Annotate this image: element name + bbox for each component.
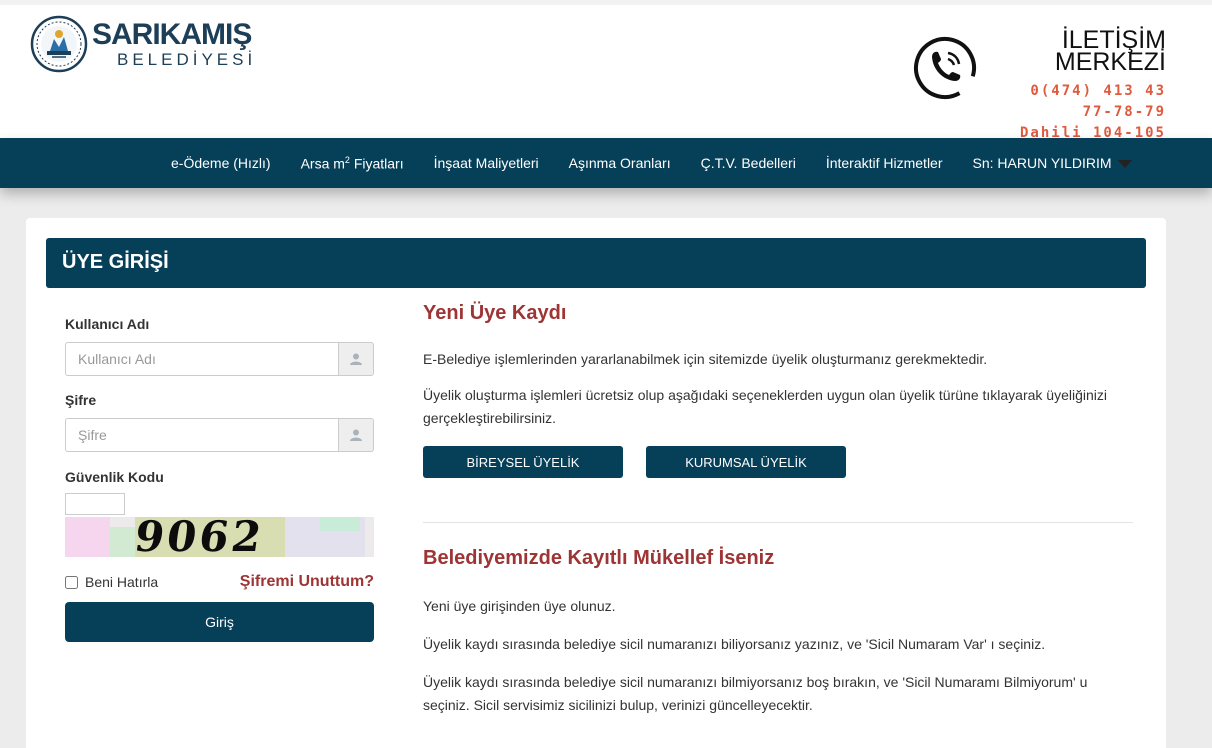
nav-menu: e-Ödeme (Hızlı) Arsa m2 Fiyatları İnşaat…: [171, 138, 1162, 188]
main-navbar: e-Ödeme (Hızlı) Arsa m2 Fiyatları İnşaat…: [0, 138, 1212, 188]
captcha-noise-pink: [65, 517, 110, 557]
password-label: Şifre: [65, 392, 97, 408]
user-name: Sn: HARUN YILDIRIM: [972, 155, 1112, 171]
phone-number[interactable]: 0(474) 413 43: [1020, 81, 1166, 102]
nav-item-arsa-suffix: Fiyatları: [349, 155, 404, 172]
site-header: SARIKAMIŞ BELEDİYESİ İLETİŞİM MERKEZİ 0(…: [0, 0, 1212, 141]
municipality-emblem-icon: [30, 15, 88, 73]
password-input[interactable]: [65, 418, 338, 452]
nav-item-arsa-fiyatlari[interactable]: Arsa m2 Fiyatları: [301, 155, 404, 172]
login-card: ÜYE GİRİŞİ Kullanıcı Adı Şifre Güvenlik …: [26, 218, 1166, 748]
contact-center: İLETİŞİM MERKEZİ 0(474) 413 43 77-78-79 …: [913, 28, 1166, 144]
forgot-password-link[interactable]: Şifremi Unuttum?: [240, 573, 374, 591]
remember-checkbox[interactable]: [65, 575, 78, 589]
username-group: [65, 342, 374, 376]
phone-extensions: 77-78-79: [1082, 104, 1166, 120]
page-title: ÜYE GİRİŞİ: [62, 251, 169, 273]
section-divider: [423, 522, 1133, 523]
corporate-membership-button[interactable]: KURUMSAL ÜYELİK: [646, 446, 846, 478]
individual-membership-button[interactable]: BİREYSEL ÜYELİK: [423, 446, 623, 478]
register-paragraph-1: E-Belediye işlemlerinden yararlanabilmek…: [423, 351, 988, 367]
user-icon: [350, 429, 362, 441]
remember-row: Beni Hatırla Şifremi Unuttum?: [65, 573, 374, 591]
taxpayer-paragraph-1: Yeni üye girişinden üye olunuz.: [423, 598, 616, 614]
password-addon: [338, 418, 374, 452]
captcha-input[interactable]: [65, 493, 125, 515]
captcha-noise-mint: [320, 517, 360, 531]
password-group: [65, 418, 374, 452]
login-button[interactable]: Giriş: [65, 602, 374, 642]
nav-item-e-odeme[interactable]: e-Ödeme (Hızlı): [171, 155, 271, 171]
info-panel: Yeni Üye Kaydı E-Belediye işlemlerinden …: [423, 302, 1133, 717]
taxpayer-paragraph-3: Üyelik kaydı sırasında belediye sicil nu…: [423, 674, 1088, 713]
site-logo[interactable]: SARIKAMIŞ BELEDİYESİ: [30, 15, 256, 73]
taxpayer-paragraph-2: Üyelik kaydı sırasında belediye sicil nu…: [423, 636, 1046, 652]
contact-title-2: MERKEZİ: [1054, 48, 1166, 76]
register-title: Yeni Üye Kaydı: [423, 302, 567, 324]
nav-item-interaktif-hizmetler[interactable]: İnteraktif Hizmetler: [826, 155, 943, 171]
logo-subtitle: BELEDİYESİ: [117, 50, 257, 69]
captcha-code: 9062: [131, 517, 268, 557]
username-input[interactable]: [65, 342, 338, 376]
remember-me[interactable]: Beni Hatırla: [65, 574, 158, 590]
logo-text: SARIKAMIŞ BELEDİYESİ: [92, 18, 257, 69]
captcha-image: 9062: [65, 517, 374, 557]
remember-label: Beni Hatırla: [85, 574, 159, 590]
captcha-noise-green: [110, 527, 135, 557]
captcha-label: Güvenlik Kodu: [65, 469, 164, 485]
login-form: Kullanıcı Adı Şifre Güvenlik Kodu 9062: [65, 316, 374, 642]
nav-item-arsa-label: Arsa m: [300, 155, 345, 172]
logo-title: SARIKAMIŞ: [92, 18, 252, 51]
user-icon: [350, 353, 362, 365]
membership-buttons: BİREYSEL ÜYELİK KURUMSAL ÜYELİK: [423, 446, 1133, 478]
username-addon: [338, 342, 374, 376]
phone-icon: [913, 37, 976, 99]
register-paragraph-2: Üyelik oluşturma işlemleri ücretsiz olup…: [423, 387, 1108, 426]
caret-down-icon: [1117, 160, 1132, 168]
nav-item-asinma-oranlari[interactable]: Aşınma Oranları: [569, 155, 671, 171]
card-header: ÜYE GİRİŞİ: [46, 238, 1146, 288]
taxpayer-title: Belediyemizde Kayıtlı Mükellef İseniz: [423, 547, 775, 569]
user-menu[interactable]: Sn: HARUN YILDIRIM: [973, 155, 1132, 171]
username-label: Kullanıcı Adı: [65, 316, 150, 332]
nav-item-insaat-maliyetleri[interactable]: İnşaat Maliyetleri: [434, 155, 539, 171]
nav-item-ctv-bedelleri[interactable]: Ç.T.V. Bedelleri: [701, 155, 796, 171]
